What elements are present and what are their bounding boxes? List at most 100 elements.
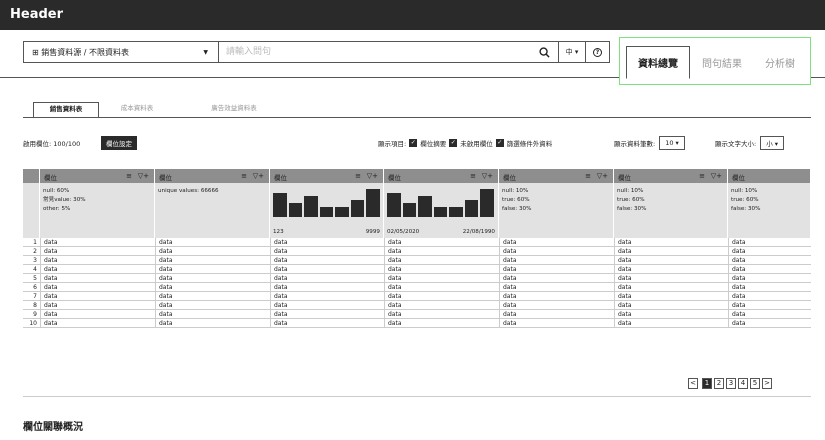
table-cell[interactable]: data <box>728 274 811 283</box>
table-cell[interactable]: data <box>728 256 811 265</box>
column-header[interactable]: 欄位 ≡ ▽+ <box>155 169 270 183</box>
column-header[interactable]: 欄位 ≡ ▽+ <box>40 169 155 183</box>
sort-icon[interactable]: ≡ <box>241 172 247 180</box>
table-cell[interactable]: data <box>384 292 499 301</box>
data-source-select[interactable]: ⊞ 銷售資料源 / 不限資料表 ▼ <box>24 42 219 62</box>
table-row[interactable]: 3 data data data data data data data <box>23 256 811 265</box>
table-cell[interactable]: data <box>614 319 728 328</box>
table-cell[interactable]: data <box>614 265 728 274</box>
table-cell[interactable]: data <box>728 301 811 310</box>
table-cell[interactable]: data <box>728 283 811 292</box>
table-cell[interactable]: data <box>499 247 614 256</box>
table-cell[interactable]: data <box>40 292 155 301</box>
table-cell[interactable]: data <box>499 238 614 247</box>
table-cell[interactable]: data <box>499 256 614 265</box>
table-cell[interactable]: data <box>499 301 614 310</box>
table-cell[interactable]: data <box>155 283 270 292</box>
table-row[interactable]: 6 data data data data data data data <box>23 283 811 292</box>
table-cell[interactable]: data <box>40 310 155 319</box>
table-cell[interactable]: data <box>40 238 155 247</box>
sort-icon[interactable]: ≡ <box>585 172 591 180</box>
table-cell[interactable]: data <box>614 256 728 265</box>
table-cell[interactable]: data <box>499 283 614 292</box>
table-cell[interactable]: data <box>614 283 728 292</box>
table-cell[interactable]: data <box>384 238 499 247</box>
table-cell[interactable]: data <box>384 274 499 283</box>
table-cell[interactable]: data <box>728 292 811 301</box>
table-cell[interactable]: data <box>155 256 270 265</box>
question-input[interactable] <box>219 42 530 62</box>
table-cell[interactable]: data <box>40 247 155 256</box>
table-cell[interactable]: data <box>270 247 384 256</box>
tab-ad-table[interactable]: 廣告效益資料表 <box>199 102 269 117</box>
filter-icon[interactable]: ▽+ <box>711 172 722 180</box>
table-cell[interactable]: data <box>384 283 499 292</box>
checkbox-disabled-columns[interactable]: ✓ <box>449 139 458 147</box>
page-button[interactable]: 2 <box>714 378 724 389</box>
table-cell[interactable]: data <box>40 301 155 310</box>
table-cell[interactable]: data <box>155 247 270 256</box>
table-cell[interactable]: data <box>40 283 155 292</box>
font-size-select[interactable]: 小 ▾ <box>760 136 785 150</box>
table-cell[interactable]: data <box>155 310 270 319</box>
checkbox-filtered-data[interactable]: ✓ <box>495 139 504 147</box>
filter-icon[interactable]: ▽+ <box>597 172 608 180</box>
table-cell[interactable]: data <box>728 238 811 247</box>
table-cell[interactable]: data <box>614 310 728 319</box>
table-cell[interactable]: data <box>155 301 270 310</box>
tab-data-overview[interactable]: 資料總覽 <box>626 46 690 79</box>
table-cell[interactable]: data <box>40 319 155 328</box>
table-cell[interactable]: data <box>270 292 384 301</box>
page-button[interactable]: 4 <box>738 378 748 389</box>
page-button[interactable]: 3 <box>726 378 736 389</box>
table-cell[interactable]: data <box>270 319 384 328</box>
table-cell[interactable]: data <box>40 274 155 283</box>
tab-cost-table[interactable]: 成本資料表 <box>109 102 165 117</box>
table-cell[interactable]: data <box>384 256 499 265</box>
column-header[interactable]: 欄位 ≡ ▽+ <box>614 169 728 183</box>
table-cell[interactable]: data <box>728 319 811 328</box>
table-cell[interactable]: data <box>614 301 728 310</box>
sort-icon[interactable]: ≡ <box>470 172 476 180</box>
table-cell[interactable]: data <box>728 265 811 274</box>
table-cell[interactable]: data <box>384 310 499 319</box>
column-header[interactable]: 欄位 ≡ ▽+ <box>499 169 614 183</box>
table-cell[interactable]: data <box>155 292 270 301</box>
tab-question-results[interactable]: 問句結果 <box>694 46 750 79</box>
table-row[interactable]: 4 data data data data data data data <box>23 265 811 274</box>
table-cell[interactable]: data <box>270 301 384 310</box>
table-cell[interactable]: data <box>40 265 155 274</box>
table-cell[interactable]: data <box>40 256 155 265</box>
table-cell[interactable]: data <box>270 274 384 283</box>
filter-icon[interactable]: ▽+ <box>482 172 493 180</box>
language-select[interactable]: 中 ▾ <box>558 42 585 62</box>
sort-icon[interactable]: ≡ <box>355 172 361 180</box>
next-page-button[interactable]: > <box>762 378 772 389</box>
table-row[interactable]: 10 data data data data data data data <box>23 319 811 328</box>
table-cell[interactable]: data <box>384 265 499 274</box>
filter-icon[interactable]: ▽+ <box>367 172 378 180</box>
table-row[interactable]: 8 data data data data data data data <box>23 301 811 310</box>
table-cell[interactable]: data <box>155 274 270 283</box>
table-row[interactable]: 5 data data data data data data data <box>23 274 811 283</box>
checkbox-summary[interactable]: ✓ <box>409 139 418 147</box>
table-cell[interactable]: data <box>499 265 614 274</box>
column-settings-button[interactable]: 欄位設定 <box>101 136 137 150</box>
filter-icon[interactable]: ▽+ <box>138 172 149 180</box>
table-cell[interactable]: data <box>499 319 614 328</box>
table-cell[interactable]: data <box>384 319 499 328</box>
column-header[interactable]: 欄位 ≡ ▽+ <box>270 169 384 183</box>
table-cell[interactable]: data <box>384 301 499 310</box>
table-cell[interactable]: data <box>499 274 614 283</box>
table-cell[interactable]: data <box>614 247 728 256</box>
help-button[interactable]: ? <box>585 42 609 62</box>
table-cell[interactable]: data <box>155 319 270 328</box>
table-cell[interactable]: data <box>614 238 728 247</box>
table-cell[interactable]: data <box>270 265 384 274</box>
table-row[interactable]: 1 data data data data data data data <box>23 238 811 247</box>
table-row[interactable]: 2 data data data data data data data <box>23 247 811 256</box>
table-cell[interactable]: data <box>728 247 811 256</box>
page-button[interactable]: 5 <box>750 378 760 389</box>
table-cell[interactable]: data <box>728 310 811 319</box>
table-row[interactable]: 9 data data data data data data data <box>23 310 811 319</box>
